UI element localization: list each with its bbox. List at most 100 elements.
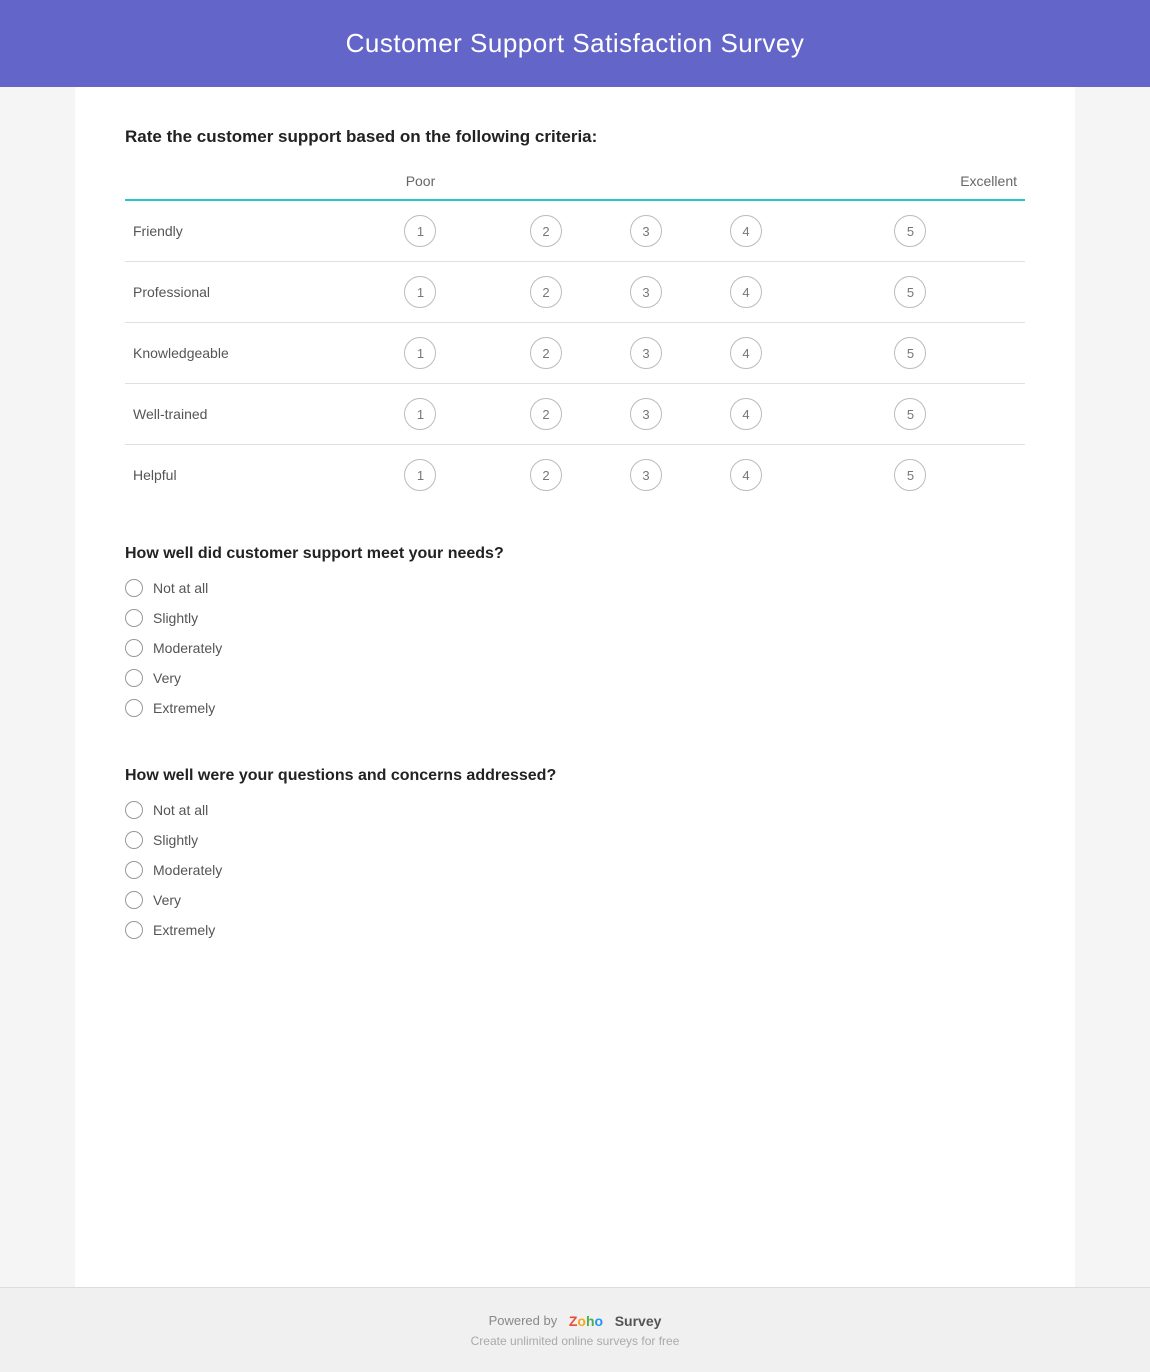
radio-circle-1-4[interactable]: 4 — [730, 276, 762, 308]
rating-cell-4-3[interactable]: 3 — [596, 445, 696, 506]
footer-brand: Powered by Zoho Survey — [489, 1313, 662, 1329]
radio-input-q1-3[interactable] — [125, 669, 143, 687]
radio-option-q1-1[interactable]: Slightly — [125, 609, 1025, 627]
radio-circle-0-4[interactable]: 4 — [730, 215, 762, 247]
radio-input-q1-2[interactable] — [125, 639, 143, 657]
rating-table: Poor Excellent Friendly12345Professional… — [125, 163, 1025, 505]
radio-circle-2-2[interactable]: 2 — [530, 337, 562, 369]
radio-option-q1-0[interactable]: Not at all — [125, 579, 1025, 597]
radio-option-q1-4[interactable]: Extremely — [125, 699, 1025, 717]
question1-title: How well did customer support meet your … — [125, 545, 1025, 563]
rating-cell-0-5[interactable]: 5 — [796, 200, 1025, 262]
radio-label-q1-3: Very — [153, 670, 181, 686]
col-excellent-header: Excellent — [796, 163, 1025, 200]
radio-input-q1-4[interactable] — [125, 699, 143, 717]
rating-cell-4-2[interactable]: 2 — [496, 445, 596, 506]
radio-option-q2-0[interactable]: Not at all — [125, 801, 1025, 819]
radio-circle-4-1[interactable]: 1 — [404, 459, 436, 491]
radio-input-q2-0[interactable] — [125, 801, 143, 819]
row-label-2: Knowledgeable — [125, 323, 345, 384]
row-label-0: Friendly — [125, 200, 345, 262]
radio-circle-1-1[interactable]: 1 — [404, 276, 436, 308]
radio-circle-4-4[interactable]: 4 — [730, 459, 762, 491]
rating-cell-3-2[interactable]: 2 — [496, 384, 596, 445]
logo-o1: o — [577, 1313, 586, 1329]
rating-cell-3-5[interactable]: 5 — [796, 384, 1025, 445]
radio-circle-4-3[interactable]: 3 — [630, 459, 662, 491]
radio-circle-1-3[interactable]: 3 — [630, 276, 662, 308]
logo-o2: o — [595, 1313, 604, 1329]
radio-circle-0-5[interactable]: 5 — [894, 215, 926, 247]
col-4-header — [696, 163, 796, 200]
rating-cell-2-1[interactable]: 1 — [345, 323, 496, 384]
brand-rest: Survey — [615, 1313, 662, 1329]
radio-input-q2-3[interactable] — [125, 891, 143, 909]
powered-by-text: Powered by — [489, 1313, 558, 1328]
radio-circle-2-3[interactable]: 3 — [630, 337, 662, 369]
rating-cell-1-1[interactable]: 1 — [345, 262, 496, 323]
rating-cell-3-4[interactable]: 4 — [696, 384, 796, 445]
question2-options: Not at all Slightly Moderately Very Extremel… — [125, 801, 1025, 939]
radio-option-q2-2[interactable]: Moderately — [125, 861, 1025, 879]
radio-option-q2-3[interactable]: Very — [125, 891, 1025, 909]
radio-circle-3-2[interactable]: 2 — [530, 398, 562, 430]
rating-cell-0-1[interactable]: 1 — [345, 200, 496, 262]
rating-cell-0-4[interactable]: 4 — [696, 200, 796, 262]
rating-cell-0-3[interactable]: 3 — [596, 200, 696, 262]
radio-circle-0-3[interactable]: 3 — [630, 215, 662, 247]
radio-circle-3-1[interactable]: 1 — [404, 398, 436, 430]
table-header-row: Poor Excellent — [125, 163, 1025, 200]
radio-circle-3-4[interactable]: 4 — [730, 398, 762, 430]
radio-circle-4-5[interactable]: 5 — [894, 459, 926, 491]
radio-circle-1-5[interactable]: 5 — [894, 276, 926, 308]
radio-option-q2-1[interactable]: Slightly — [125, 831, 1025, 849]
rating-cell-1-4[interactable]: 4 — [696, 262, 796, 323]
rating-cell-0-2[interactable]: 2 — [496, 200, 596, 262]
rating-cell-2-5[interactable]: 5 — [796, 323, 1025, 384]
radio-circle-2-4[interactable]: 4 — [730, 337, 762, 369]
rating-cell-2-2[interactable]: 2 — [496, 323, 596, 384]
col-label-header — [125, 163, 345, 200]
rating-cell-4-4[interactable]: 4 — [696, 445, 796, 506]
rating-cell-1-3[interactable]: 3 — [596, 262, 696, 323]
rating-cell-2-4[interactable]: 4 — [696, 323, 796, 384]
radio-circle-0-1[interactable]: 1 — [404, 215, 436, 247]
rating-cell-4-5[interactable]: 5 — [796, 445, 1025, 506]
radio-circle-1-2[interactable]: 2 — [530, 276, 562, 308]
radio-input-q1-1[interactable] — [125, 609, 143, 627]
radio-circle-3-3[interactable]: 3 — [630, 398, 662, 430]
zoho-logo: Zoho — [569, 1313, 603, 1329]
survey-title: Customer Support Satisfaction Survey — [40, 28, 1110, 59]
radio-circle-2-1[interactable]: 1 — [404, 337, 436, 369]
radio-circle-0-2[interactable]: 2 — [530, 215, 562, 247]
rating-cell-1-5[interactable]: 5 — [796, 262, 1025, 323]
radio-option-q1-2[interactable]: Moderately — [125, 639, 1025, 657]
rating-cell-2-3[interactable]: 3 — [596, 323, 696, 384]
logo-z: Z — [569, 1313, 578, 1329]
radio-input-q1-0[interactable] — [125, 579, 143, 597]
rating-section: Rate the customer support based on the f… — [125, 127, 1025, 505]
table-row: Professional12345 — [125, 262, 1025, 323]
radio-circle-3-5[interactable]: 5 — [894, 398, 926, 430]
main-content: Rate the customer support based on the f… — [75, 87, 1075, 1287]
rating-cell-3-1[interactable]: 1 — [345, 384, 496, 445]
radio-circle-2-5[interactable]: 5 — [894, 337, 926, 369]
rating-cell-4-1[interactable]: 1 — [345, 445, 496, 506]
page-header: Customer Support Satisfaction Survey — [0, 0, 1150, 87]
radio-option-q2-4[interactable]: Extremely — [125, 921, 1025, 939]
radio-label-q1-0: Not at all — [153, 580, 208, 596]
radio-input-q2-4[interactable] — [125, 921, 143, 939]
table-row: Helpful12345 — [125, 445, 1025, 506]
table-row: Knowledgeable 1 2 3 4 5 — [125, 323, 1025, 384]
radio-label-q2-2: Moderately — [153, 862, 222, 878]
radio-option-q1-3[interactable]: Very — [125, 669, 1025, 687]
radio-input-q2-1[interactable] — [125, 831, 143, 849]
table-row: Well-trained12345 — [125, 384, 1025, 445]
rating-cell-3-3[interactable]: 3 — [596, 384, 696, 445]
radio-input-q2-2[interactable] — [125, 861, 143, 879]
radio-label-q1-4: Extremely — [153, 700, 215, 716]
radio-circle-4-2[interactable]: 2 — [530, 459, 562, 491]
question2-section: How well were your questions and concern… — [125, 767, 1025, 939]
rating-cell-1-2[interactable]: 2 — [496, 262, 596, 323]
col-3-header — [596, 163, 696, 200]
